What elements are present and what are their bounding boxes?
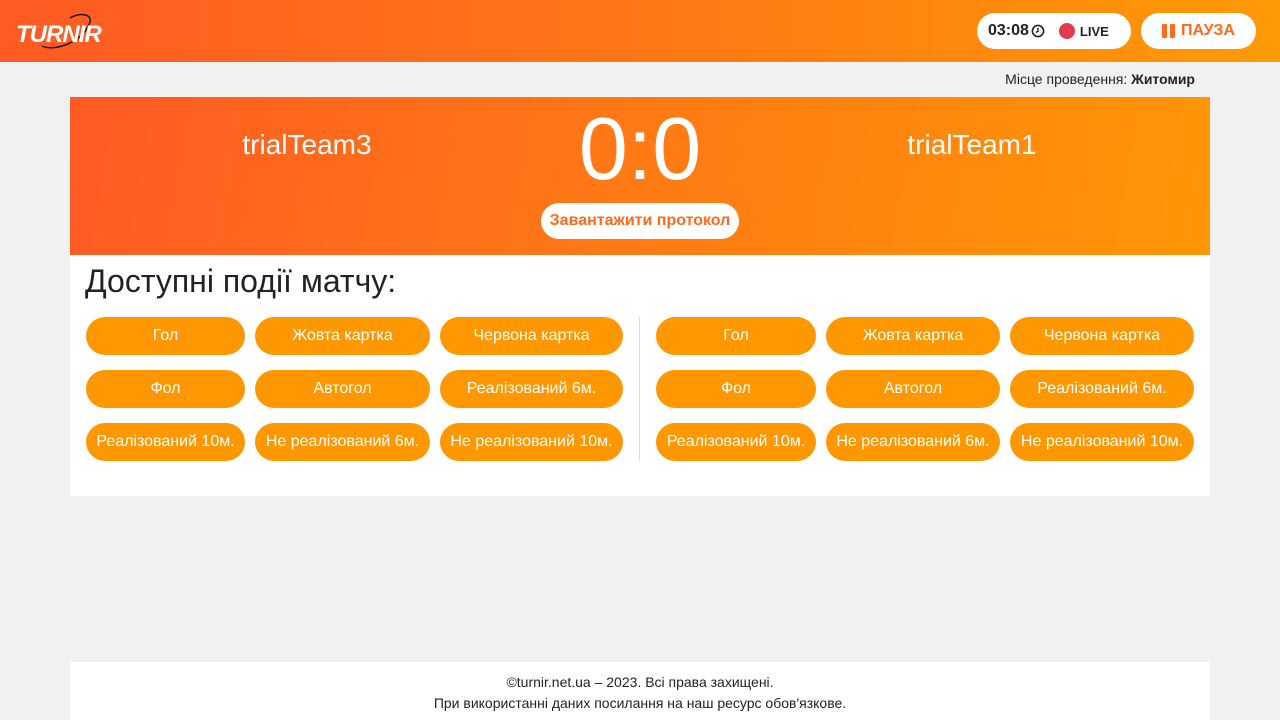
venue-value: Житомир bbox=[1131, 71, 1195, 87]
match-timer: 03:08 LIVE bbox=[977, 13, 1131, 49]
left-event-button[interactable]: Не реалізований 6м. bbox=[255, 423, 430, 461]
live-label: LIVE bbox=[1079, 23, 1109, 39]
right-event-button[interactable]: Жовта картка bbox=[826, 317, 1000, 355]
right-event-button[interactable]: Червона картка bbox=[1010, 317, 1194, 355]
venue-info: Місце проведення: Житомир bbox=[1005, 71, 1195, 87]
footer: ©turnir.net.ua – 2023. Всі права захищен… bbox=[70, 662, 1210, 720]
right-event-button[interactable]: Не реалізований 10м. bbox=[1010, 423, 1194, 461]
right-event-button[interactable]: Реалізований 10м. bbox=[656, 423, 816, 461]
left-event-button[interactable]: Жовта картка bbox=[255, 317, 430, 355]
live-indicator-icon bbox=[1058, 23, 1075, 39]
clock-icon bbox=[1031, 24, 1045, 38]
footer-copyright: ©turnir.net.ua – 2023. Всі права захищен… bbox=[506, 674, 774, 690]
pause-button[interactable]: ПАУЗА bbox=[1141, 13, 1256, 49]
scoreboard: trialTeam3 0:0 trialTeam1 Завантажити пр… bbox=[70, 97, 1210, 255]
turnir-logo[interactable]: TURNIR bbox=[14, 12, 102, 50]
events-panel: Доступні події матчу: Гол Жовта картка Чер… bbox=[70, 255, 1210, 496]
pause-label: ПАУЗА bbox=[1181, 22, 1235, 39]
left-event-button[interactable]: Реалізований 6м. bbox=[440, 370, 623, 408]
right-event-button[interactable]: Гол bbox=[656, 317, 816, 355]
left-event-button[interactable]: Реалізований 10м. bbox=[86, 423, 245, 461]
right-event-button[interactable]: Фол bbox=[656, 370, 816, 408]
right-event-button[interactable]: Не реалізований 6м. bbox=[826, 423, 1000, 461]
timer-value: 03:08 bbox=[988, 22, 1029, 39]
logo-text: TURNIR bbox=[16, 21, 102, 48]
team-left-name: trialTeam3 bbox=[242, 129, 372, 160]
team-right-name: trialTeam1 bbox=[907, 129, 1037, 160]
pause-icon bbox=[1162, 24, 1175, 38]
left-event-button[interactable]: Гол bbox=[86, 317, 245, 355]
top-bar: TURNIR 03:08 LIVE ПАУЗА bbox=[0, 0, 1280, 62]
footer-notice: При використанні даних посилання на наш … bbox=[433, 695, 847, 711]
venue-label: Місце проведення: bbox=[1005, 71, 1132, 87]
right-event-button[interactable]: Реалізований 6м. bbox=[1010, 370, 1194, 408]
download-protocol-button[interactable]: Завантажити протокол bbox=[541, 203, 739, 239]
right-event-button[interactable]: Автогол bbox=[826, 370, 1000, 408]
left-event-button[interactable]: Не реалізований 10м. bbox=[440, 423, 623, 461]
match-score: 0:0 bbox=[578, 99, 702, 198]
left-event-button[interactable]: Червона картка bbox=[440, 317, 623, 355]
events-title: Доступні події матчу: bbox=[85, 263, 397, 299]
left-event-button[interactable]: Автогол bbox=[255, 370, 430, 408]
team-divider bbox=[639, 317, 640, 461]
left-event-button[interactable]: Фол bbox=[86, 370, 245, 408]
